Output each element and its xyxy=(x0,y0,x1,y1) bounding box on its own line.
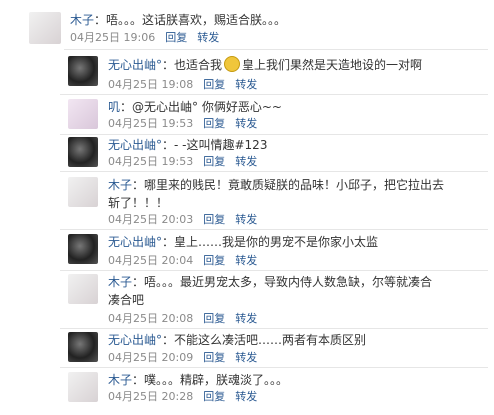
divider xyxy=(60,367,488,368)
reply-link[interactable]: 回复 xyxy=(203,117,225,130)
commenter-name[interactable]: 无心出岫° xyxy=(108,235,162,249)
reply-link[interactable]: 回复 xyxy=(165,31,187,44)
commenter-name[interactable]: 无心出岫° xyxy=(108,333,162,347)
comment-text-line: 木子：唔。。。这话朕喜欢，赐适合朕。。。 xyxy=(70,12,286,28)
timestamp: 04月25日 19:08 xyxy=(108,78,194,91)
avatar[interactable] xyxy=(68,56,98,86)
avatar[interactable] xyxy=(68,137,98,167)
commenter-name[interactable]: 木子 xyxy=(108,178,132,192)
avatar[interactable] xyxy=(68,274,98,304)
comment-text-line: 木子：噗。。。精辟，朕魂淡了。。。 xyxy=(108,372,288,388)
forward-link[interactable]: 转发 xyxy=(197,31,219,44)
comment-text: ：噗。。。精辟，朕魂淡了。。。 xyxy=(132,373,289,387)
avatar[interactable] xyxy=(68,332,98,362)
reply-link[interactable]: 回复 xyxy=(203,312,225,325)
timestamp: 04月25日 20:04 xyxy=(108,254,194,267)
timestamp: 04月25日 20:03 xyxy=(108,213,194,226)
comment-text-line: 木子：唔。。。最近男宠太多，导致内侍人数急缺，尔等就凑合 xyxy=(108,274,432,290)
commenter-name[interactable]: 木子 xyxy=(108,275,132,289)
comment-text: ：- -这叫情趣#123 xyxy=(162,138,268,152)
avatar[interactable] xyxy=(68,372,98,402)
reply-link[interactable]: 回复 xyxy=(203,78,225,91)
forward-link[interactable]: 转发 xyxy=(235,78,257,91)
comment-text-line: 无心出岫°：- -这叫情趣#123 xyxy=(108,137,267,153)
comment-text: ：唔。。。这话朕喜欢，赐适合朕。。。 xyxy=(94,13,287,27)
forward-link[interactable]: 转发 xyxy=(235,213,257,226)
commenter-name[interactable]: 叽 xyxy=(108,100,120,114)
comment-text-line: 无心出岫°：皇上……我是你的男宠不是你家小太监 xyxy=(108,234,378,250)
comment-meta: 04月25日 20:08 回复 转发 xyxy=(108,312,257,326)
reply-link[interactable]: 回复 xyxy=(203,213,225,226)
commenter-name[interactable]: 木子 xyxy=(108,373,132,387)
comment-text: 斩了！！！ xyxy=(108,196,169,210)
comment-meta: 04月25日 20:28 回复 转发 xyxy=(108,390,257,404)
forward-link[interactable]: 转发 xyxy=(235,254,257,267)
comment-meta: 04月25日 20:09 回复 转发 xyxy=(108,351,257,365)
forward-link[interactable]: 转发 xyxy=(235,312,257,325)
comment-text: ：不能这么凑活吧……两者有本质区别 xyxy=(162,333,367,347)
commenter-name[interactable]: 无心出岫° xyxy=(108,138,162,152)
timestamp: 04月25日 19:53 xyxy=(108,155,194,168)
comment-meta: 04月25日 20:03 回复 转发 xyxy=(108,213,257,227)
comment-meta: 04月25日 20:04 回复 转发 xyxy=(108,254,257,268)
reply-link[interactable]: 回复 xyxy=(203,254,225,267)
reply-link[interactable]: 回复 xyxy=(203,390,225,403)
timestamp: 04月25日 19:53 xyxy=(108,117,194,130)
comment-text-line: 木子：哪里来的贱民！竟敢质疑朕的品味！小邱子，把它拉出去 xyxy=(108,177,444,193)
timestamp: 04月25日 20:09 xyxy=(108,351,194,364)
divider xyxy=(60,328,488,329)
comment-meta: 04月25日 19:53 回复 转发 xyxy=(108,155,257,169)
comment-text-line: 斩了！！！ xyxy=(108,195,168,211)
comment-text-line: 凑合吧 xyxy=(108,292,144,308)
comment-text: ：哪里来的贱民！竟敢质疑朕的品味！小邱子，把它拉出去 xyxy=(132,178,445,192)
reply-link[interactable]: 回复 xyxy=(203,155,225,168)
comment-text: ：@无心出岫° 你俩好恶心~~ xyxy=(120,100,282,114)
divider xyxy=(60,94,488,95)
comment-text: ：皇上……我是你的男宠不是你家小太监 xyxy=(162,235,379,249)
commenter-name[interactable]: 木子 xyxy=(70,13,94,27)
comment-text-line: 叽：@无心出岫° 你俩好恶心~~ xyxy=(108,99,282,115)
forward-link[interactable]: 转发 xyxy=(235,117,257,130)
comment-text: 皇上我们果然是天造地设的一对啊 xyxy=(242,58,423,72)
comment-meta: 04月25日 19:08 回复 转发 xyxy=(108,78,257,92)
divider xyxy=(60,134,488,135)
comment-text: 凑合吧 xyxy=(108,293,145,307)
avatar[interactable] xyxy=(68,99,98,129)
timestamp: 04月25日 19:06 xyxy=(70,31,156,44)
comment-meta: 04月25日 19:53 回复 转发 xyxy=(108,117,257,131)
divider xyxy=(64,49,488,50)
forward-link[interactable]: 转发 xyxy=(235,390,257,403)
smiley-icon xyxy=(224,56,241,72)
divider xyxy=(60,270,488,271)
comment-text-line: 无心出岫°：不能这么凑活吧……两者有本质区别 xyxy=(108,332,366,348)
forward-link[interactable]: 转发 xyxy=(235,155,257,168)
comment-text: ：也适合我 xyxy=(162,58,223,72)
comment-text: ：唔。。。最近男宠太多，导致内侍人数急缺，尔等就凑合 xyxy=(132,275,433,289)
commenter-name[interactable]: 无心出岫° xyxy=(108,58,162,72)
avatar[interactable] xyxy=(68,177,98,207)
forward-link[interactable]: 转发 xyxy=(235,351,257,364)
divider xyxy=(60,229,488,230)
reply-link[interactable]: 回复 xyxy=(203,351,225,364)
divider xyxy=(60,171,488,172)
avatar[interactable] xyxy=(29,12,61,44)
comment-meta: 04月25日 19:06 回复 转发 xyxy=(70,31,219,45)
timestamp: 04月25日 20:08 xyxy=(108,312,194,325)
comment-text-line: 无心出岫°：也适合我 皇上我们果然是天造地设的一对啊 xyxy=(108,56,422,73)
avatar[interactable] xyxy=(68,234,98,264)
timestamp: 04月25日 20:28 xyxy=(108,390,194,403)
